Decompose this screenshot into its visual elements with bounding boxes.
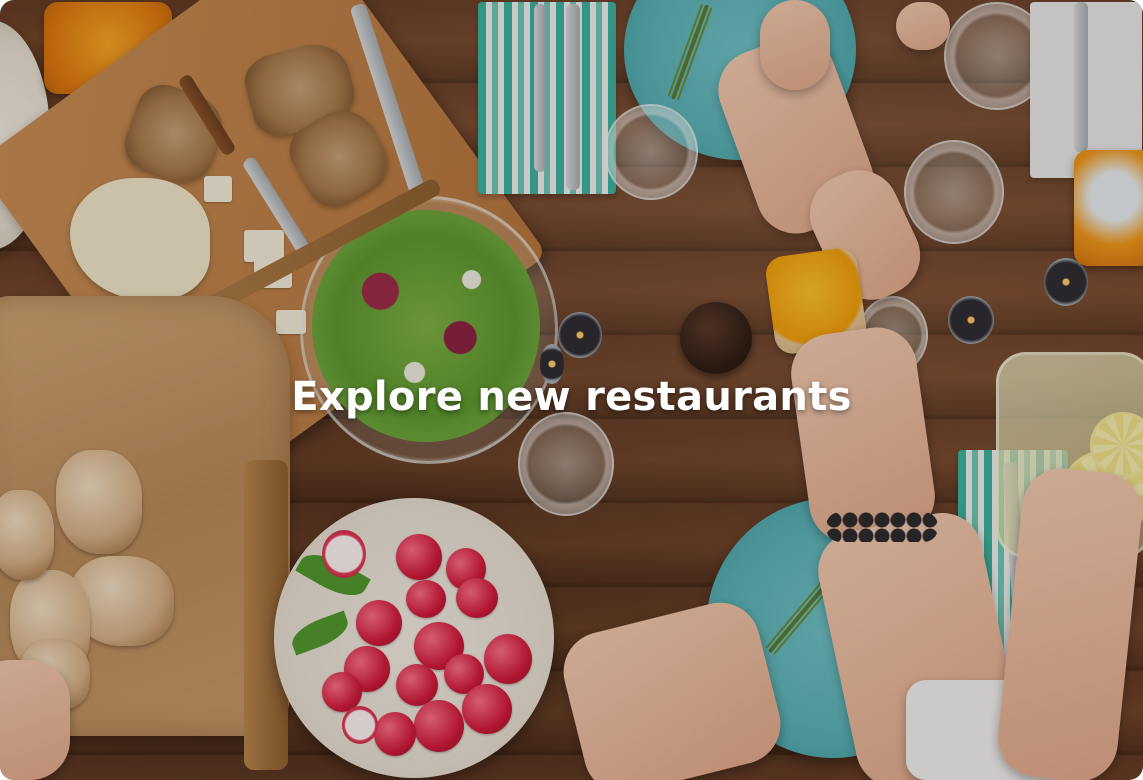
hero-headline: Explore new restaurants — [291, 374, 852, 420]
hero-banner[interactable]: Explore new restaurants — [0, 0, 1143, 780]
